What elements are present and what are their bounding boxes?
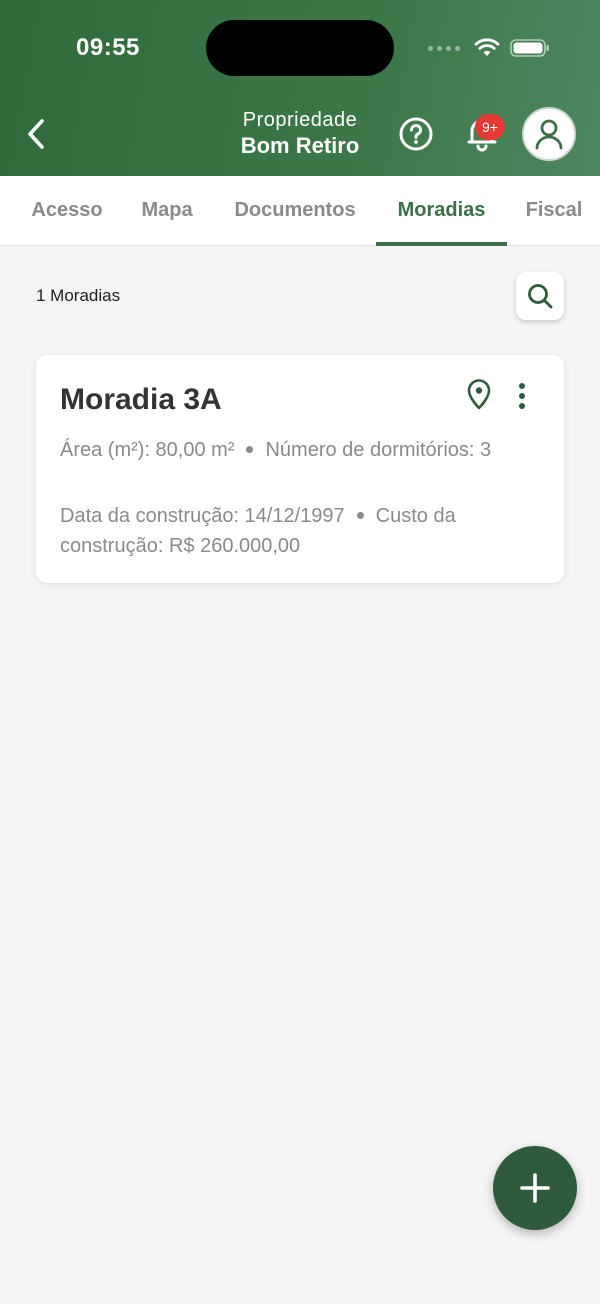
build-date-text: Data da construção: 14/12/1997 [60, 505, 345, 527]
user-icon [535, 119, 563, 150]
chevron-left-icon [28, 119, 44, 149]
active-tab-indicator [376, 242, 507, 246]
page-title: Bom Retiro [240, 133, 360, 158]
page-title-block: Propriedade Bom Retiro [180, 108, 420, 160]
app-header: 09:55 Propriedade Bom Retiro 9+ [0, 0, 600, 176]
tab-bar: Acesso Mapa Documentos Moradias Fiscal [0, 176, 600, 246]
tab-moradias[interactable]: Moradias [376, 176, 507, 246]
help-circle-icon[interactable] [398, 116, 434, 152]
cellular-signal-icon [428, 45, 460, 51]
dynamic-island [206, 20, 394, 76]
search-icon [528, 284, 553, 309]
tab-acesso[interactable]: Acesso [16, 176, 118, 246]
tab-fiscal[interactable]: Fiscal [516, 176, 592, 246]
plus-icon [520, 1173, 550, 1203]
separator-dot [246, 445, 254, 453]
profile-avatar-button[interactable] [522, 107, 576, 161]
back-button[interactable] [14, 110, 58, 158]
list-item-title: Moradia 3A [60, 383, 222, 416]
tab-mapa[interactable]: Mapa [128, 176, 206, 246]
add-moradia-button[interactable] [493, 1146, 577, 1230]
results-count: 1 Moradias [36, 286, 121, 305]
page-subtitle: Propriedade [242, 109, 358, 131]
notification-badge: 9+ [475, 114, 505, 140]
tab-documentos[interactable]: Documentos [222, 176, 368, 246]
list-item[interactable]: Moradia 3A Área (m²): 80,00 m² Número de … [36, 355, 564, 583]
area-text: Área (m²): 80,00 m² [60, 439, 235, 461]
wifi-icon [474, 38, 500, 56]
battery-icon [510, 39, 549, 57]
map-pin-icon[interactable] [466, 379, 492, 411]
search-button[interactable] [516, 272, 564, 320]
list-item-details-1: Área (m²): 80,00 m² Número de dormitórios… [60, 435, 540, 465]
separator-dot [356, 511, 364, 519]
more-vertical-icon[interactable] [510, 379, 534, 413]
status-time: 09:55 [76, 34, 140, 61]
bedrooms-text: Número de dormitórios: 3 [265, 439, 492, 461]
status-indicators [428, 36, 550, 60]
list-item-details-2: Data da construção: 14/12/1997 Custo da c… [60, 501, 540, 561]
